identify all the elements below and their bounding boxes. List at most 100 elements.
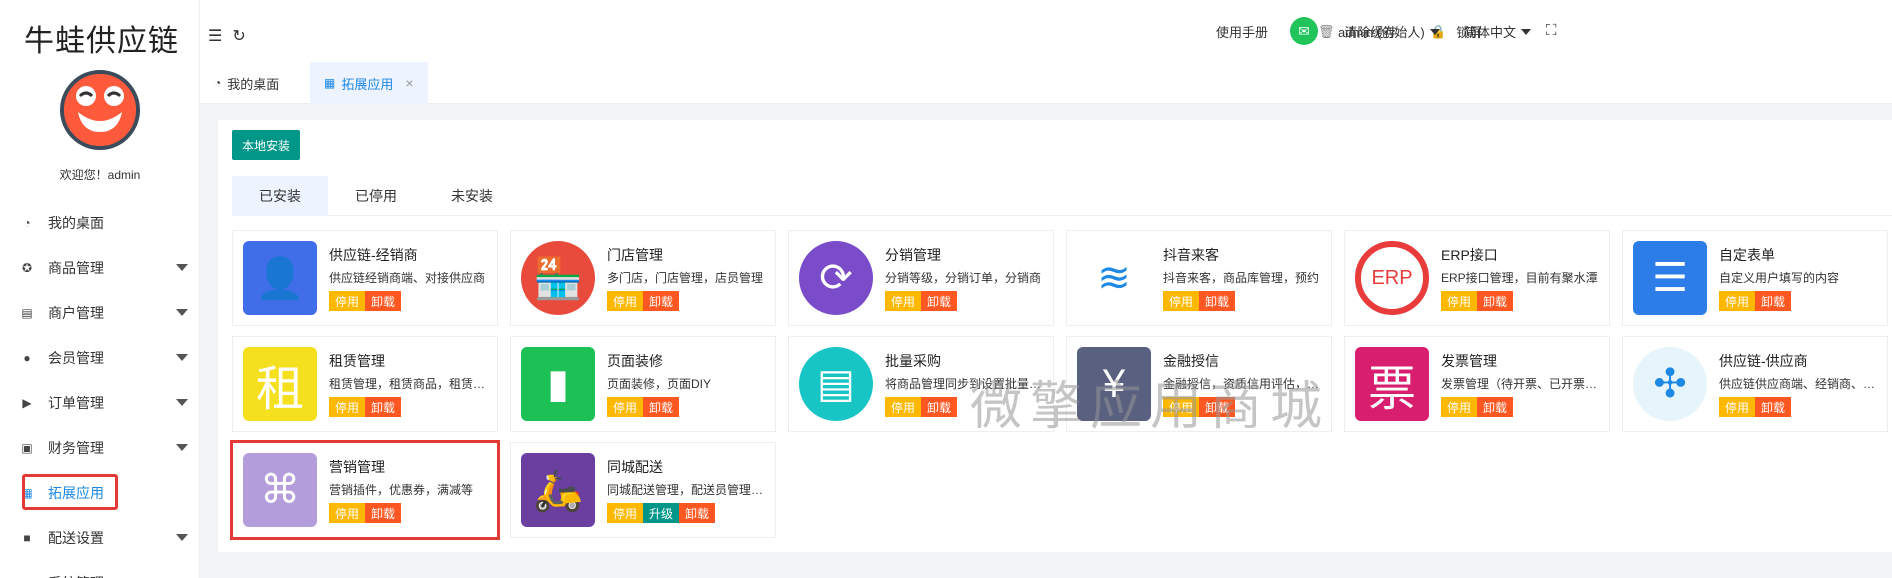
uninstall-button[interactable]: 卸载 bbox=[643, 291, 680, 311]
main-content: 本地安装 已安装 已停用 未安装 👤 供应链-经销商 供应链经销商端、对接供应商 停用… bbox=[200, 104, 1892, 578]
app-description: 同城配送管理，配送员管理，订单 bbox=[607, 483, 767, 497]
app-description: 分销等级，分销订单，分销商 bbox=[885, 271, 1042, 285]
uninstall-button[interactable]: 卸载 bbox=[921, 291, 958, 311]
uninstall-button[interactable]: 卸载 bbox=[365, 291, 402, 311]
form-icon: ☰ bbox=[1633, 241, 1707, 315]
sidebar-item-2[interactable]: ▤ 商户管理 bbox=[0, 290, 200, 335]
uninstall-button[interactable]: 卸载 bbox=[1755, 291, 1792, 311]
sidebar-item-5[interactable]: ▣ 财务管理 bbox=[0, 425, 200, 470]
disable-button[interactable]: 停用 bbox=[1719, 291, 1756, 311]
upgrade-button[interactable]: 升级 bbox=[643, 503, 680, 523]
language-select[interactable]: 简体中文 bbox=[1464, 22, 1532, 41]
app-description: 租赁管理，租赁商品，租赁订单 bbox=[329, 377, 489, 391]
app-card: ≋ 抖音来客 抖音来客，商品库管理，预约 停用 卸载 bbox=[1066, 230, 1332, 326]
uninstall-button[interactable]: 卸载 bbox=[1755, 397, 1792, 417]
marketing-icon: ⌘ bbox=[243, 453, 317, 527]
sidebar-item-label: 配送设置 bbox=[48, 529, 104, 546]
app-actions: 停用 卸载 bbox=[329, 503, 402, 523]
app-card: ⌘ 营销管理 营销插件，优惠券，满减等 停用 卸载 bbox=[230, 440, 500, 540]
disable-button[interactable]: 停用 bbox=[329, 397, 366, 417]
disable-button[interactable]: 停用 bbox=[885, 397, 922, 417]
local-install-button[interactable]: 本地安装 bbox=[232, 130, 301, 160]
sidebar-item-3[interactable]: ● 会员管理 bbox=[0, 335, 200, 380]
app-actions: 停用 卸载 bbox=[885, 291, 958, 311]
highlight-box-sidebar bbox=[22, 474, 118, 510]
fullscreen-icon[interactable]: ⛶ bbox=[1546, 22, 1557, 39]
uninstall-button[interactable]: 卸载 bbox=[921, 397, 958, 417]
uninstall-button[interactable]: 卸载 bbox=[1199, 291, 1236, 311]
chevron-down-icon[interactable] bbox=[176, 444, 188, 451]
welcome-text: 欢迎您！admin bbox=[59, 168, 141, 182]
uninstall-button[interactable]: 卸载 bbox=[1477, 397, 1514, 417]
app-actions: 停用 卸载 bbox=[885, 397, 958, 417]
uninstall-button[interactable]: 卸载 bbox=[365, 397, 402, 417]
app-title: 供应链-供应商 bbox=[1719, 353, 1808, 369]
user-label: admin (创始人) bbox=[1338, 25, 1425, 40]
dashboard-icon: ◔ bbox=[214, 76, 222, 90]
app-card: ▮ 页面装修 页面装修，页面DIY 停用 卸载 bbox=[510, 336, 776, 432]
sidebar-item-7[interactable]: ■ 配送设置 bbox=[0, 515, 200, 560]
money-icon: ▣ bbox=[21, 440, 33, 455]
disable-button[interactable]: 停用 bbox=[329, 503, 366, 523]
app-description: 营销插件，优惠券，满减等 bbox=[329, 483, 474, 497]
manual-link[interactable]: 使用手册 bbox=[1216, 22, 1268, 41]
sidebar-item-4[interactable]: ▶ 订单管理 bbox=[0, 380, 200, 425]
invoice-icon: 票 bbox=[1355, 347, 1429, 421]
disable-button[interactable]: 停用 bbox=[329, 291, 366, 311]
sidebar-item-0[interactable]: ◔ 我的桌面 bbox=[0, 200, 200, 245]
app-actions: 停用 升级 卸载 bbox=[607, 503, 716, 523]
chevron-down-icon bbox=[1521, 28, 1532, 35]
app-actions: 停用 卸载 bbox=[329, 291, 402, 311]
sidebar-item-label: 财务管理 bbox=[48, 439, 104, 456]
chevron-down-icon[interactable] bbox=[176, 264, 188, 271]
disable-button[interactable]: 停用 bbox=[1719, 397, 1756, 417]
disable-button[interactable]: 停用 bbox=[1163, 291, 1200, 311]
chevron-down-icon[interactable] bbox=[176, 534, 188, 541]
tab-disabled[interactable]: 已停用 bbox=[328, 176, 424, 216]
purchase-icon: ▤ bbox=[799, 347, 873, 421]
app-title: 抖音来客 bbox=[1163, 247, 1219, 263]
chevron-down-icon[interactable] bbox=[176, 399, 188, 406]
tab-installed[interactable]: 已安装 bbox=[232, 176, 328, 216]
chevron-down-icon[interactable] bbox=[176, 309, 188, 316]
disable-button[interactable]: 停用 bbox=[885, 291, 922, 311]
sidebar-item-label: 订单管理 bbox=[48, 394, 104, 411]
tab-desktop[interactable]: ◔ 我的桌面 bbox=[200, 62, 293, 104]
app-card: ☰ 自定表单 自定义用户填写的内容 停用 卸载 bbox=[1622, 230, 1888, 326]
merchant-icon: ▤ bbox=[21, 305, 33, 320]
app-title: 租赁管理 bbox=[329, 353, 385, 369]
uninstall-button[interactable]: 卸载 bbox=[365, 503, 402, 523]
app-description: ERP接口管理，目前有聚水潭 bbox=[1441, 271, 1598, 285]
dashboard-icon: ◔ bbox=[23, 215, 31, 230]
sidebar-item-1[interactable]: ✪ 商品管理 bbox=[0, 245, 200, 290]
uninstall-button[interactable]: 卸载 bbox=[679, 503, 716, 523]
avatar[interactable] bbox=[60, 70, 140, 150]
disable-button[interactable]: 停用 bbox=[607, 291, 644, 311]
uninstall-button[interactable]: 卸载 bbox=[643, 397, 680, 417]
user-menu[interactable]: admin (创始人) bbox=[1338, 22, 1440, 41]
watermark: 微擎应用商城 bbox=[970, 377, 1331, 437]
app-title: 页面装修 bbox=[607, 353, 663, 369]
uninstall-button[interactable]: 卸载 bbox=[1477, 291, 1514, 311]
lease-icon: 租 bbox=[243, 347, 317, 421]
erp-icon: ERP bbox=[1355, 241, 1429, 315]
disable-button[interactable]: 停用 bbox=[1441, 397, 1478, 417]
tab-not-installed[interactable]: 未安装 bbox=[424, 176, 520, 216]
app-card: 🏪 门店管理 多门店，门店管理，店员管理 停用 卸载 bbox=[510, 230, 776, 326]
language-label: 简体中文 bbox=[1464, 25, 1517, 40]
collapse-menu-icon[interactable]: ☰ bbox=[208, 26, 222, 46]
sidebar-item-label: 系统管理 bbox=[48, 573, 104, 578]
refresh-icon[interactable]: ↻ bbox=[232, 26, 245, 46]
chevron-down-icon[interactable] bbox=[176, 354, 188, 361]
app-title: 批量采购 bbox=[885, 353, 941, 369]
disable-button[interactable]: 停用 bbox=[607, 397, 644, 417]
sidebar-item-8[interactable]: ▲系统管理 bbox=[0, 560, 200, 578]
disable-button[interactable]: 停用 bbox=[1441, 291, 1478, 311]
close-icon[interactable]: × bbox=[405, 75, 413, 91]
wechat-button[interactable]: ✉ bbox=[1290, 17, 1318, 45]
product-icon: ✪ bbox=[21, 260, 33, 275]
tab-extensions[interactable]: ▦ 拓展应用 × bbox=[310, 62, 428, 104]
app-card: 👤 供应链-经销商 供应链经销商端、对接供应商 停用 卸载 bbox=[232, 230, 498, 326]
disable-button[interactable]: 停用 bbox=[607, 503, 644, 523]
app-actions: 停用 卸载 bbox=[329, 397, 402, 417]
